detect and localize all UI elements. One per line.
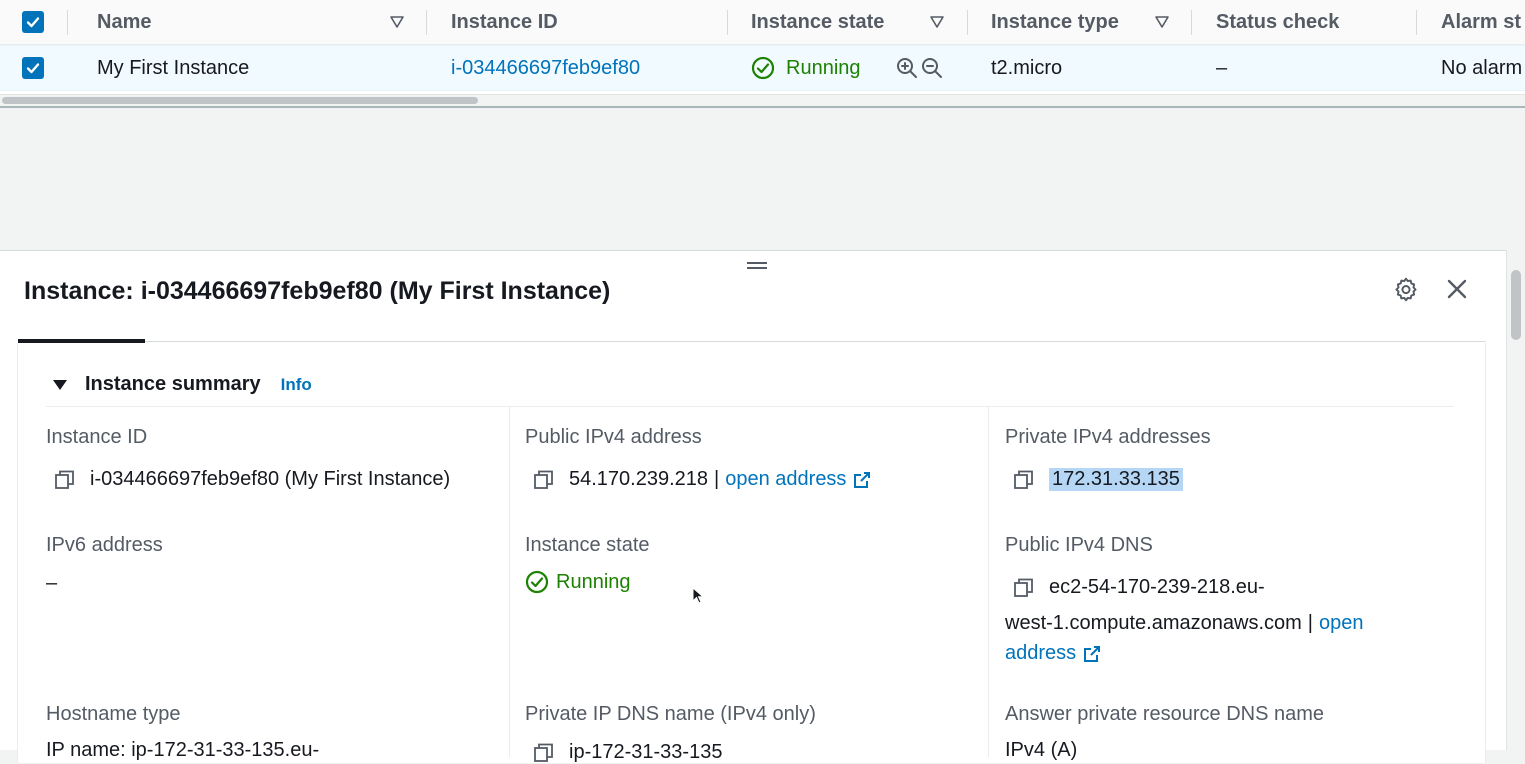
zoom-in-icon[interactable]: [895, 46, 919, 90]
empty-table-area: [0, 108, 1525, 250]
copy-icon[interactable]: [1013, 577, 1035, 599]
separator: |: [1307, 612, 1313, 634]
private-dns-label: Private IP DNS name (IPv4 only): [525, 703, 816, 725]
column-header-instance-type[interactable]: Instance type: [991, 0, 1119, 44]
row-status-check: –: [1216, 56, 1228, 79]
answer-dns-value: IPv4 (A): [1005, 739, 1078, 761]
mouse-cursor-icon: [692, 587, 704, 604]
copy-icon[interactable]: [1013, 469, 1035, 491]
instance-state-label: Instance state: [525, 534, 650, 556]
instance-summary-header[interactable]: Instance summary Info: [38, 373, 312, 396]
column-header-status-check[interactable]: Status check: [1216, 0, 1339, 44]
filter-icon[interactable]: [929, 0, 945, 44]
column-header-name[interactable]: Name: [97, 0, 151, 44]
hostname-type-label: Hostname type: [46, 703, 181, 725]
external-link-icon[interactable]: [852, 470, 872, 490]
caret-down-icon[interactable]: [53, 379, 67, 390]
row-alarm-status: No alarm: [1441, 56, 1523, 79]
public-dns-text-line1: ec2-54-170-239-218.eu-: [1049, 576, 1265, 598]
answer-dns-label: Answer private resource DNS name: [1005, 703, 1325, 725]
column-header-alarm-status[interactable]: Alarm st: [1441, 0, 1521, 44]
column-header-instance-id[interactable]: Instance ID: [451, 0, 558, 44]
instance-id-value: i-034466697feb9ef80 (My First Instance): [54, 468, 450, 491]
private-ipv4-label: Private IPv4 addresses: [1005, 426, 1211, 448]
private-ipv4-text: 172.31.33.135: [1049, 468, 1183, 491]
copy-icon[interactable]: [54, 469, 76, 491]
instance-id-text: i-034466697feb9ef80 (My First Instance): [90, 468, 451, 490]
row-name: My First Instance: [97, 56, 250, 79]
instance-state-text: Running: [556, 570, 631, 593]
check-circle-icon: [525, 570, 549, 594]
row-state-text: Running: [786, 56, 861, 79]
page-title: Instance: i-034466697feb9ef80 (My First …: [24, 277, 611, 305]
public-dns-value-line2: west-1.compute.amazonaws.com | open: [1005, 612, 1364, 635]
filter-icon[interactable]: [1154, 0, 1170, 44]
private-dns-text: ip-172-31-33-135: [569, 741, 723, 763]
info-link[interactable]: Info: [281, 375, 312, 395]
table-row[interactable]: My First Instance i-034466697feb9ef80 Ru…: [0, 45, 1525, 91]
check-circle-icon: [751, 56, 775, 80]
column-header-instance-state[interactable]: Instance state: [751, 0, 884, 44]
select-all-checkbox[interactable]: [22, 0, 44, 44]
filter-icon[interactable]: [389, 0, 405, 44]
instance-detail-pane: Instance: i-034466697feb9ef80 (My First …: [0, 250, 1506, 763]
private-ipv4-value: 172.31.33.135: [1013, 468, 1183, 491]
public-dns-label: Public IPv4 DNS: [1005, 534, 1153, 556]
horizontal-scrollbar[interactable]: [0, 94, 1525, 106]
hostname-type-value: IP name: ip-172-31-33-135.eu-: [46, 739, 320, 761]
row-instance-type: t2.micro: [991, 56, 1063, 79]
private-dns-value: ip-172-31-33-135: [533, 741, 722, 764]
drag-handle-icon[interactable]: [747, 259, 767, 273]
open-address-link[interactable]: open: [1319, 612, 1364, 635]
instances-table: Name Instance ID Instance state Instance…: [0, 0, 1525, 108]
close-icon[interactable]: [1442, 274, 1472, 304]
row-instance-id-link[interactable]: i-034466697feb9ef80: [451, 46, 640, 90]
external-link-icon[interactable]: [1082, 644, 1102, 664]
zoom-out-icon[interactable]: [920, 46, 944, 90]
vertical-scrollbar[interactable]: [1506, 250, 1525, 750]
public-dns-value: ec2-54-170-239-218.eu-: [1013, 576, 1265, 599]
copy-icon[interactable]: [533, 469, 555, 491]
row-checkbox[interactable]: [22, 46, 44, 90]
instance-id-label: Instance ID: [46, 426, 148, 448]
public-dns-value-line3: address: [1005, 642, 1102, 665]
public-ipv4-label: Public IPv4 address: [525, 426, 702, 448]
public-ipv4-value: 54.170.239.218 | open address: [533, 468, 872, 491]
instance-summary-title: Instance summary: [85, 373, 261, 395]
ipv6-value: –: [46, 572, 58, 594]
public-dns-text-line2: west-1.compute.amazonaws.com: [1005, 612, 1302, 634]
instance-state-value: Running: [525, 570, 631, 594]
gear-icon[interactable]: [1391, 274, 1421, 304]
ipv6-label: IPv6 address: [46, 534, 163, 556]
table-header: Name Instance ID Instance state Instance…: [0, 0, 1525, 45]
open-address-link[interactable]: open address: [725, 468, 846, 491]
row-instance-state: Running: [751, 46, 861, 90]
copy-icon[interactable]: [533, 742, 555, 764]
open-address-link-cont[interactable]: address: [1005, 642, 1076, 665]
separator: |: [714, 468, 720, 490]
public-ipv4-text: 54.170.239.218: [569, 468, 709, 490]
